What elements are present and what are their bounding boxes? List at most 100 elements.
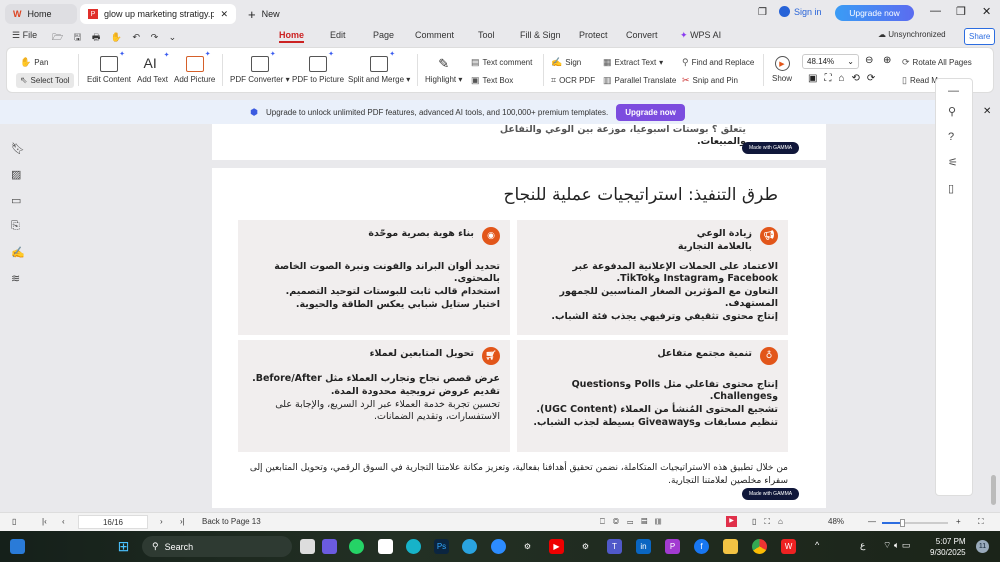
teams-icon[interactable]: T <box>607 539 622 554</box>
fullscreen-icon[interactable]: ⛶ <box>978 517 984 527</box>
search-icon[interactable]: ⚲ <box>948 105 956 118</box>
status-zoom[interactable]: 48% <box>828 517 844 526</box>
parallel-translate-button[interactable]: ▥ Parallel Translate <box>603 75 676 86</box>
menu-comment[interactable]: Comment <box>415 30 454 40</box>
snip-pin-button[interactable]: ✂ Snip and Pin <box>682 75 738 86</box>
fit-icons[interactable]: ▯⛶⌂ <box>752 517 791 527</box>
layers-icon[interactable]: ≋ <box>11 272 20 285</box>
menu-edit[interactable]: Edit <box>330 30 346 40</box>
add-text-button[interactable]: AI Add Text <box>137 49 169 84</box>
widgets-icon[interactable] <box>10 539 25 554</box>
zoom-out-button[interactable]: — <box>868 517 876 526</box>
show-button[interactable]: ▶ Show <box>772 56 792 83</box>
upgrade-now-button[interactable]: Upgrade now <box>835 5 914 21</box>
zoom-app-icon[interactable] <box>491 539 506 554</box>
play-icon[interactable]: ▶ <box>726 516 737 527</box>
maximize-button[interactable]: ❐ <box>956 5 966 18</box>
zoom-in-button[interactable]: + <box>956 517 961 526</box>
notification-badge[interactable]: 11 <box>976 540 989 553</box>
minimize-button[interactable]: — <box>930 5 941 17</box>
menu-protect[interactable]: Protect <box>579 30 608 40</box>
picsart-icon[interactable]: P <box>665 539 680 554</box>
pan-tool[interactable]: ✋ Pan <box>20 57 48 68</box>
pdf-to-picture-button[interactable]: PDF to Picture <box>292 50 344 84</box>
close-window-button[interactable]: ✕ <box>982 5 991 18</box>
add-picture-button[interactable]: Add Picture <box>174 50 215 84</box>
start-icon[interactable]: ⊞ <box>116 538 131 554</box>
help-icon[interactable]: ? <box>948 131 954 143</box>
edit-content-button[interactable]: Edit Content <box>87 50 131 84</box>
split-merge-button[interactable]: Split and Merge ▾ <box>348 50 410 84</box>
menu-tool[interactable]: Tool <box>478 30 495 40</box>
vertical-scrollbar[interactable] <box>991 475 996 505</box>
select-tool[interactable]: ⇖ Select Tool <box>16 73 74 88</box>
back-to-page-link[interactable]: Back to Page 13 <box>202 517 261 526</box>
tab-home[interactable]: W Home <box>5 4 77 24</box>
search-box[interactable]: ⚲ Search <box>142 536 292 557</box>
menu-convert[interactable]: Convert <box>626 30 658 40</box>
whatsapp-icon[interactable] <box>349 539 364 554</box>
window-switch-icon[interactable]: ❐ <box>758 7 767 18</box>
next-page-icon[interactable]: › <box>160 517 163 526</box>
zoom-select[interactable]: 48.14% ⌄ <box>802 54 859 69</box>
text-box-button[interactable]: ▣ Text Box <box>471 75 513 86</box>
collapse-icon[interactable]: — <box>948 85 959 97</box>
first-page-icon[interactable]: |‹ <box>42 517 47 526</box>
tray-chevron-icon[interactable]: ^ <box>815 540 819 550</box>
prev-page-icon[interactable]: ‹ <box>62 517 65 526</box>
view-icons[interactable]: ⎕◎▭▤▥ <box>600 517 669 527</box>
sign-button[interactable]: ✍ Sign <box>551 57 581 68</box>
gamma-badge[interactable]: Made with GAMMA <box>742 142 800 154</box>
file-menu[interactable]: ☰ File <box>12 30 37 41</box>
comment-icon[interactable]: ▭ <box>11 194 21 207</box>
quick-access-icons[interactable]: 🗁 🖫 🖶 ✋ ↶ ↷ ⌄ <box>52 30 180 46</box>
attachment-icon[interactable]: ⎘ <box>11 220 20 233</box>
page-number-input[interactable]: 16/16 <box>78 515 148 529</box>
task-view-icon[interactable] <box>300 539 315 554</box>
settings-sliders-icon[interactable]: ⚟ <box>948 156 958 169</box>
sync-status[interactable]: ☁ Unsynchronized <box>878 30 946 39</box>
new-tab-button[interactable]: + New <box>240 4 288 24</box>
highlight-button[interactable]: ✎ Highlight ▾ <box>425 56 462 84</box>
zoom-in-icon[interactable]: ⊕ <box>883 55 891 66</box>
clock[interactable]: 5:07 PM 9/30/2025 <box>930 536 966 558</box>
thumbnail-icon[interactable]: ▨ <box>11 168 21 181</box>
telegram-icon[interactable] <box>462 539 477 554</box>
pdf-converter-button[interactable]: PDF Converter ▾ <box>230 50 290 84</box>
close-tab-icon[interactable]: ✕ <box>220 9 228 20</box>
share-button[interactable]: Share <box>964 28 996 45</box>
canva-icon[interactable] <box>406 539 421 554</box>
last-page-icon[interactable]: ›| <box>180 517 185 526</box>
language-indicator[interactable]: ع <box>860 540 865 551</box>
settings-icon[interactable]: ⚙ <box>578 539 593 554</box>
sign-in-button[interactable]: Sign in <box>779 6 822 17</box>
zoom-out-icon[interactable]: ⊖ <box>865 55 873 66</box>
wifi-volume-battery-icons[interactable]: ⌔ 🔈︎ ▭ <box>883 540 910 551</box>
facebook-icon[interactable]: f <box>694 539 709 554</box>
text-comment-button[interactable]: ▤ Text comment <box>471 57 532 68</box>
store-icon[interactable] <box>378 539 393 554</box>
book-icon[interactable]: ▯ <box>948 182 954 195</box>
chatgpt-icon[interactable]: ⚙ <box>520 539 535 554</box>
find-replace-button[interactable]: ⚲ Find and Replace <box>682 57 754 68</box>
file-explorer-icon[interactable] <box>723 539 738 554</box>
menu-home[interactable]: Home <box>279 30 305 43</box>
linkedin-icon[interactable]: in <box>636 539 651 554</box>
menu-page[interactable]: Page <box>373 30 394 40</box>
read-mode-button[interactable]: ▯ Read M <box>902 75 938 86</box>
extract-text-button[interactable]: ▦ Extract Text ▾ <box>603 57 663 68</box>
menu-wps-ai[interactable]: ✦ WPS AI <box>680 30 721 41</box>
close-banner-icon[interactable]: ✕ <box>983 106 991 117</box>
rotate-all-pages-button[interactable]: ⟳ Rotate All Pages <box>902 57 972 68</box>
banner-upgrade-button[interactable]: Upgrade now <box>616 103 685 121</box>
wps-office-icon[interactable]: W <box>781 539 796 554</box>
meet-icon[interactable] <box>322 539 337 554</box>
zoom-slider[interactable] <box>882 519 948 527</box>
chrome-icon[interactable] <box>752 539 767 554</box>
sidebar-toggle-icon[interactable]: ▯ <box>12 517 16 526</box>
signature-icon[interactable]: ✍ <box>11 246 25 259</box>
bookmark-icon[interactable]: 🔖︎ <box>11 142 25 155</box>
photoshop-icon[interactable]: Ps <box>434 539 449 554</box>
youtube-icon[interactable]: ▶ <box>549 539 564 554</box>
gamma-badge[interactable]: Made with GAMMA <box>742 488 800 500</box>
